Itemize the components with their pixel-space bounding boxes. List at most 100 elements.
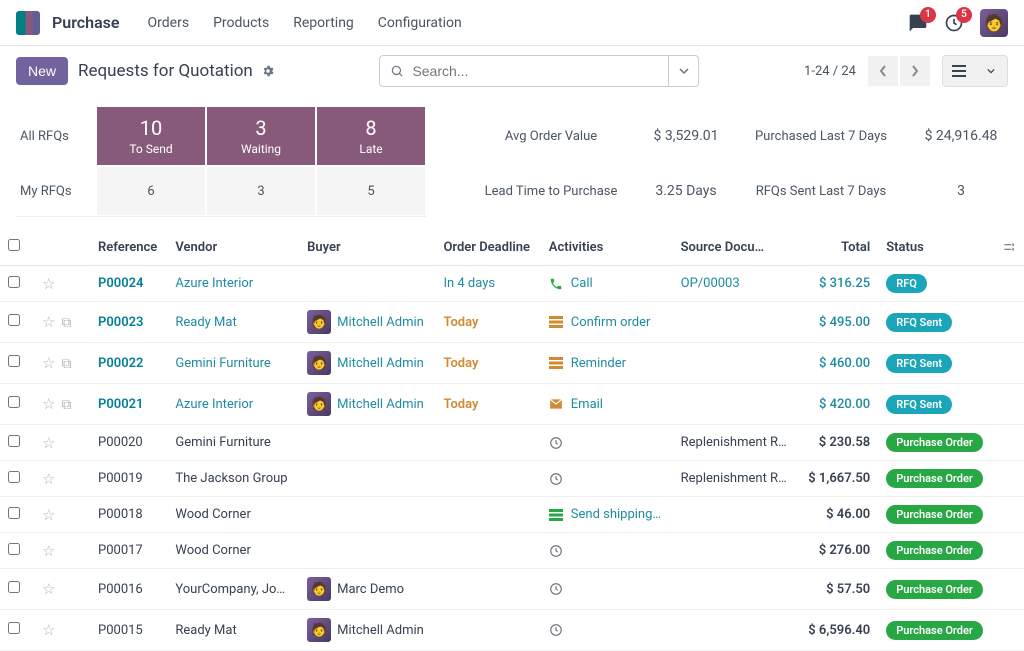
col-activities[interactable]: Activities bbox=[541, 229, 673, 266]
activity-cell[interactable] bbox=[549, 582, 665, 596]
select-all-checkbox[interactable] bbox=[8, 239, 20, 251]
star-icon[interactable]: ☆ bbox=[42, 470, 55, 488]
nav-reporting[interactable]: Reporting bbox=[293, 15, 354, 31]
reference-link[interactable]: P00018 bbox=[98, 507, 143, 522]
table-row[interactable]: ☆P00017Wood Corner$ 276.00Purchase Order bbox=[0, 533, 1024, 569]
vendor-link[interactable]: Wood Corner bbox=[175, 543, 250, 558]
vendor-link[interactable]: Azure Interior bbox=[175, 397, 253, 412]
table-row[interactable]: ☆P00024Azure InteriorIn 4 daysCallOP/000… bbox=[0, 266, 1024, 302]
row-checkbox[interactable] bbox=[8, 435, 20, 447]
star-icon[interactable]: ☆ bbox=[42, 395, 55, 413]
activities-icon[interactable]: 5 bbox=[944, 13, 964, 33]
activity-cell[interactable] bbox=[549, 472, 665, 486]
gear-icon[interactable] bbox=[261, 64, 275, 78]
dash-card-waiting[interactable]: 3Waiting bbox=[207, 107, 315, 165]
search-dropdown[interactable] bbox=[669, 55, 699, 87]
reference-link[interactable]: P00022 bbox=[98, 356, 143, 371]
row-checkbox[interactable] bbox=[8, 471, 20, 483]
star-icon[interactable]: ☆ bbox=[42, 354, 55, 372]
row-checkbox[interactable] bbox=[8, 543, 20, 555]
app-name[interactable]: Purchase bbox=[52, 13, 120, 32]
row-checkbox[interactable] bbox=[8, 276, 20, 288]
vendor-link[interactable]: Gemini Furniture bbox=[175, 356, 270, 371]
table-row[interactable]: ☆P00019The Jackson GroupReplenishment R…… bbox=[0, 461, 1024, 497]
view-list-button[interactable] bbox=[943, 56, 975, 86]
nav-products[interactable]: Products bbox=[213, 15, 269, 31]
reference-link[interactable]: P00024 bbox=[98, 276, 143, 291]
table-row[interactable]: ☆P00018Wood CornerSend shipping…$ 46.00P… bbox=[0, 497, 1024, 533]
user-avatar[interactable]: 🧑 bbox=[980, 9, 1008, 37]
vendor-link[interactable]: The Jackson Group bbox=[175, 471, 287, 486]
copy-icon[interactable]: ⧉ bbox=[61, 397, 71, 413]
dash-sub-tosend[interactable]: 6 bbox=[97, 167, 205, 215]
activity-cell[interactable] bbox=[549, 544, 665, 558]
row-checkbox[interactable] bbox=[8, 355, 20, 367]
pager-text[interactable]: 1-24 / 24 bbox=[804, 64, 856, 79]
row-checkbox[interactable] bbox=[8, 507, 20, 519]
col-deadline[interactable]: Order Deadline bbox=[435, 229, 540, 266]
star-icon[interactable]: ☆ bbox=[42, 542, 55, 560]
reference-link[interactable]: P00017 bbox=[98, 543, 143, 558]
activity-cell[interactable] bbox=[549, 436, 665, 450]
dash-card-late[interactable]: 8Late bbox=[317, 107, 425, 165]
row-checkbox[interactable] bbox=[8, 622, 20, 634]
reference-link[interactable]: P00023 bbox=[98, 315, 143, 330]
activity-cell[interactable] bbox=[549, 623, 665, 637]
star-icon[interactable]: ☆ bbox=[42, 506, 55, 524]
source-doc[interactable]: OP/00003 bbox=[681, 276, 740, 291]
search-box[interactable] bbox=[379, 55, 669, 87]
nav-configuration[interactable]: Configuration bbox=[378, 15, 462, 31]
view-dropdown[interactable] bbox=[975, 56, 1007, 86]
activity-cell[interactable]: Email bbox=[549, 397, 665, 412]
col-source[interactable]: Source Docu… bbox=[673, 229, 798, 266]
dash-sub-late[interactable]: 5 bbox=[317, 167, 425, 215]
reference-link[interactable]: P00015 bbox=[98, 623, 143, 638]
dash-card-tosend[interactable]: 10To Send bbox=[97, 107, 205, 165]
dash-sub-waiting[interactable]: 3 bbox=[207, 167, 315, 215]
table-row[interactable]: ☆P00016YourCompany, Jo…🧑Marc Demo$ 57.50… bbox=[0, 569, 1024, 610]
copy-icon[interactable]: ⧉ bbox=[61, 356, 71, 372]
new-button[interactable]: New bbox=[16, 57, 68, 85]
copy-icon[interactable]: ⧉ bbox=[61, 315, 71, 331]
app-logo[interactable] bbox=[16, 11, 40, 35]
column-settings-icon[interactable] bbox=[1002, 240, 1016, 254]
col-reference[interactable]: Reference bbox=[90, 229, 167, 266]
table-row[interactable]: ☆⧉P00023Ready Mat🧑Mitchell AdminTodayCon… bbox=[0, 302, 1024, 343]
vendor-link[interactable]: Wood Corner bbox=[175, 507, 250, 522]
col-buyer[interactable]: Buyer bbox=[299, 229, 435, 266]
col-total[interactable]: Total bbox=[798, 229, 878, 266]
vendor-link[interactable]: Ready Mat bbox=[175, 623, 236, 638]
vendor-link[interactable]: YourCompany, Jo… bbox=[175, 582, 285, 597]
pager-prev[interactable] bbox=[868, 56, 898, 86]
activity-cell[interactable]: Send shipping… bbox=[549, 507, 665, 522]
star-icon[interactable]: ☆ bbox=[42, 580, 55, 598]
col-status[interactable]: Status bbox=[878, 229, 994, 266]
vendor-link[interactable]: Gemini Furniture bbox=[175, 435, 270, 450]
pager-next[interactable] bbox=[900, 56, 930, 86]
table-row[interactable]: ☆⧉P00022Gemini Furniture🧑Mitchell AdminT… bbox=[0, 343, 1024, 384]
vendor-link[interactable]: Azure Interior bbox=[175, 276, 253, 291]
row-checkbox[interactable] bbox=[8, 396, 20, 408]
activity-cell[interactable]: Confirm order bbox=[549, 315, 665, 330]
reference-link[interactable]: P00021 bbox=[98, 397, 143, 412]
activity-cell[interactable]: Reminder bbox=[549, 356, 665, 371]
activity-cell[interactable]: Call bbox=[549, 276, 665, 291]
reference-link[interactable]: P00019 bbox=[98, 471, 143, 486]
table-row[interactable]: ☆P00015Ready Mat🧑Mitchell Admin$ 6,596.4… bbox=[0, 610, 1024, 651]
reference-link[interactable]: P00016 bbox=[98, 582, 143, 597]
row-checkbox[interactable] bbox=[8, 314, 20, 326]
star-icon[interactable]: ☆ bbox=[42, 434, 55, 452]
star-icon[interactable]: ☆ bbox=[42, 621, 55, 639]
row-checkbox[interactable] bbox=[8, 581, 20, 593]
nav-orders[interactable]: Orders bbox=[148, 15, 190, 31]
messages-icon[interactable]: 1 bbox=[908, 13, 928, 33]
vendor-link[interactable]: Ready Mat bbox=[175, 315, 236, 330]
star-icon[interactable]: ☆ bbox=[42, 275, 55, 293]
col-vendor[interactable]: Vendor bbox=[167, 229, 299, 266]
activity-text: Reminder bbox=[571, 356, 626, 371]
search-input[interactable] bbox=[412, 63, 658, 79]
star-icon[interactable]: ☆ bbox=[42, 313, 55, 331]
reference-link[interactable]: P00020 bbox=[98, 435, 143, 450]
table-row[interactable]: ☆P00020Gemini FurnitureReplenishment R…$… bbox=[0, 425, 1024, 461]
table-row[interactable]: ☆⧉P00021Azure Interior🧑Mitchell AdminTod… bbox=[0, 384, 1024, 425]
